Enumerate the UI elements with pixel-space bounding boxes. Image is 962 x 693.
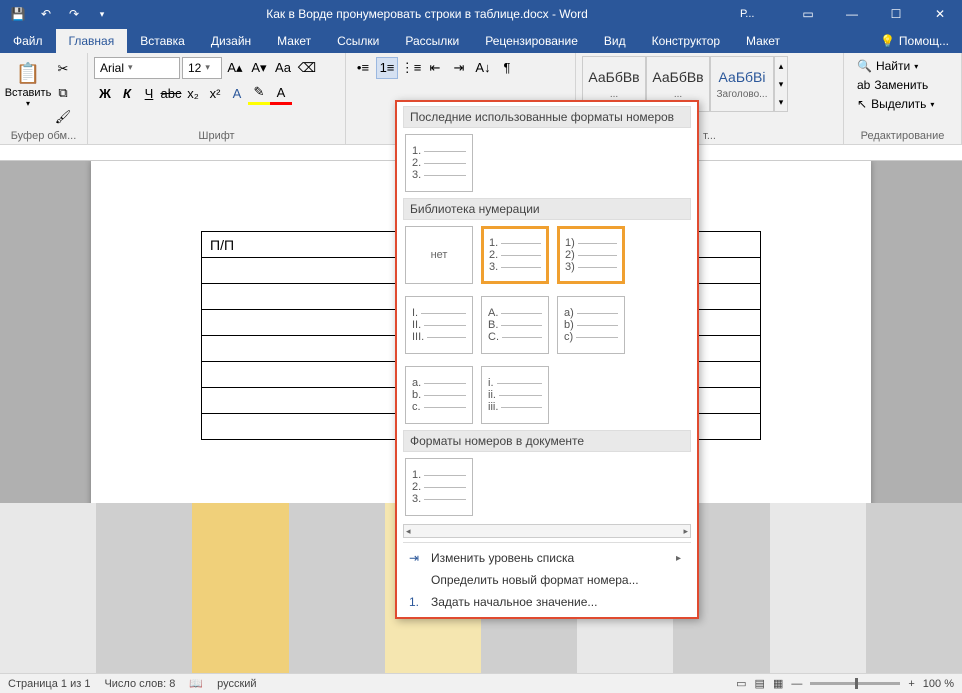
format-painter-icon[interactable]: 🖌 [52,106,74,128]
decrease-indent-icon[interactable]: ⇤ [424,57,446,79]
group-clipboard-label: Буфер обм... [0,130,87,142]
zoom-level[interactable]: 100 % [923,678,954,690]
tab-tabletools-layout[interactable]: Макет [733,29,793,53]
clipboard-icon: 📋 [14,59,42,87]
tab-view[interactable]: Вид [591,29,639,53]
group-editing-label: Редактирование [844,130,961,142]
define-new-format[interactable]: Определить новый формат номера... [403,569,691,591]
num-tile-decimal-dot[interactable]: 1. 2. 3. [481,226,549,284]
style-heading1[interactable]: АаБбВіЗаголово... [710,56,774,112]
bullets-button[interactable]: •≡ [352,57,374,79]
num-tile-doc[interactable]: 1. 2. 3. [405,458,473,516]
view-print-icon[interactable]: ▤ [755,677,765,690]
window-title: Как в Ворде пронумеровать строки в табли… [120,7,734,21]
replace-icon: ab [857,78,870,92]
tab-references[interactable]: Ссылки [324,29,392,53]
copy-icon[interactable]: ⧉ [52,82,74,104]
tell-me[interactable]: 💡Помощ... [867,29,962,53]
shrink-font-icon[interactable]: A▾ [248,57,270,79]
save-icon[interactable]: 💾 [4,0,32,28]
num-tile-roman-lower[interactable]: i. ii. iii. [481,366,549,424]
num-tile-recent[interactable]: 1. 2. 3. [405,134,473,192]
tab-mailings[interactable]: Рассылки [392,29,472,53]
maximize-icon[interactable]: ☐ [874,0,918,28]
sort-icon[interactable]: A↓ [472,57,494,79]
ribbon-tabs: Файл Главная Вставка Дизайн Макет Ссылки… [0,28,962,53]
bulb-icon: 💡 [880,34,895,48]
group-font-label: Шрифт [88,130,345,142]
font-name-combo[interactable]: Arial [94,57,180,79]
cut-icon[interactable]: ✂ [52,58,74,80]
find-button[interactable]: 🔍Найти▾ [854,58,951,74]
font-size-combo[interactable]: 12 [182,57,222,79]
bold-button[interactable]: Ж [94,83,116,105]
chevron-right-icon: ▸ [676,553,681,564]
tab-design[interactable]: Дизайн [198,29,264,53]
cursor-icon: ↖ [857,97,867,111]
panel-scrollbar[interactable]: ◂▸ [403,524,691,538]
view-web-icon[interactable]: ▦ [773,677,783,690]
library-title: Библиотека нумерации [403,198,691,220]
qat-more-icon[interactable]: ▾ [88,0,116,28]
recent-formats-title: Последние использованные форматы номеров [403,106,691,128]
numbering-dropdown: Последние использованные форматы номеров… [395,100,699,619]
numbering-button[interactable]: 1≡ [376,57,398,79]
text-effects-button[interactable]: A [226,83,248,105]
close-icon[interactable]: ✕ [918,0,962,28]
increase-indent-icon[interactable]: ⇥ [448,57,470,79]
zoom-slider[interactable] [810,682,900,685]
indent-icon: ⇥ [409,551,425,565]
set-numbering-value[interactable]: 1.Задать начальное значение... [403,591,691,613]
strike-button[interactable]: abc [160,83,182,105]
tab-home[interactable]: Главная [56,29,128,53]
styles-more-icon[interactable]: ▴▾▾ [774,56,788,112]
doc-formats-title: Форматы номеров в документе [403,430,691,452]
replace-button[interactable]: abЗаменить [854,77,951,93]
spellcheck-icon[interactable]: 📖 [189,677,203,690]
language-status[interactable]: русский [217,678,256,690]
clear-format-icon[interactable]: ⌫ [296,57,318,79]
tab-tabletools-design[interactable]: Конструктор [639,29,733,53]
tab-review[interactable]: Рецензирование [472,29,591,53]
word-count[interactable]: Число слов: 8 [104,678,175,690]
search-icon: 🔍 [857,59,872,73]
page-status[interactable]: Страница 1 из 1 [8,678,90,690]
zoom-in-icon[interactable]: + [908,678,914,690]
redo-icon[interactable]: ↷ [60,0,88,28]
change-list-level[interactable]: ⇥Изменить уровень списка▸ [403,547,691,569]
show-marks-icon[interactable]: ¶ [496,57,518,79]
font-color-button[interactable]: A [270,83,292,105]
change-case-icon[interactable]: Aa [272,57,294,79]
num-tile-roman-upper[interactable]: I. II. III. [405,296,473,354]
minimize-icon[interactable]: — [830,0,874,28]
user-label[interactable]: Р... [740,8,780,20]
num-tile-decimal-paren[interactable]: 1) 2) 3) [557,226,625,284]
select-button[interactable]: ↖Выделить▾ [854,96,951,112]
grow-font-icon[interactable]: A▴ [224,57,246,79]
subscript-button[interactable]: x₂ [182,83,204,105]
tab-layout[interactable]: Макет [264,29,324,53]
num-tile-alpha-lower-dot[interactable]: a. b. c. [405,366,473,424]
num-tile-alpha-lower-paren[interactable]: a) b) c) [557,296,625,354]
italic-button[interactable]: К [116,83,138,105]
number-icon: 1. [409,595,425,609]
underline-button[interactable]: Ч [138,83,160,105]
status-bar: Страница 1 из 1 Число слов: 8 📖 русский … [0,673,962,693]
undo-icon[interactable]: ↶ [32,0,60,28]
view-read-icon[interactable]: ▭ [736,677,746,690]
num-tile-none[interactable]: нет [405,226,473,284]
tab-insert[interactable]: Вставка [127,29,198,53]
num-tile-alpha-upper[interactable]: A. B. C. [481,296,549,354]
tab-file[interactable]: Файл [0,29,56,53]
superscript-button[interactable]: x² [204,83,226,105]
ribbon-options-icon[interactable]: ▭ [786,0,830,28]
zoom-out-icon[interactable]: — [791,678,802,690]
highlight-button[interactable]: ✎ [248,83,270,105]
multilevel-button[interactable]: ⋮≡ [400,57,422,79]
